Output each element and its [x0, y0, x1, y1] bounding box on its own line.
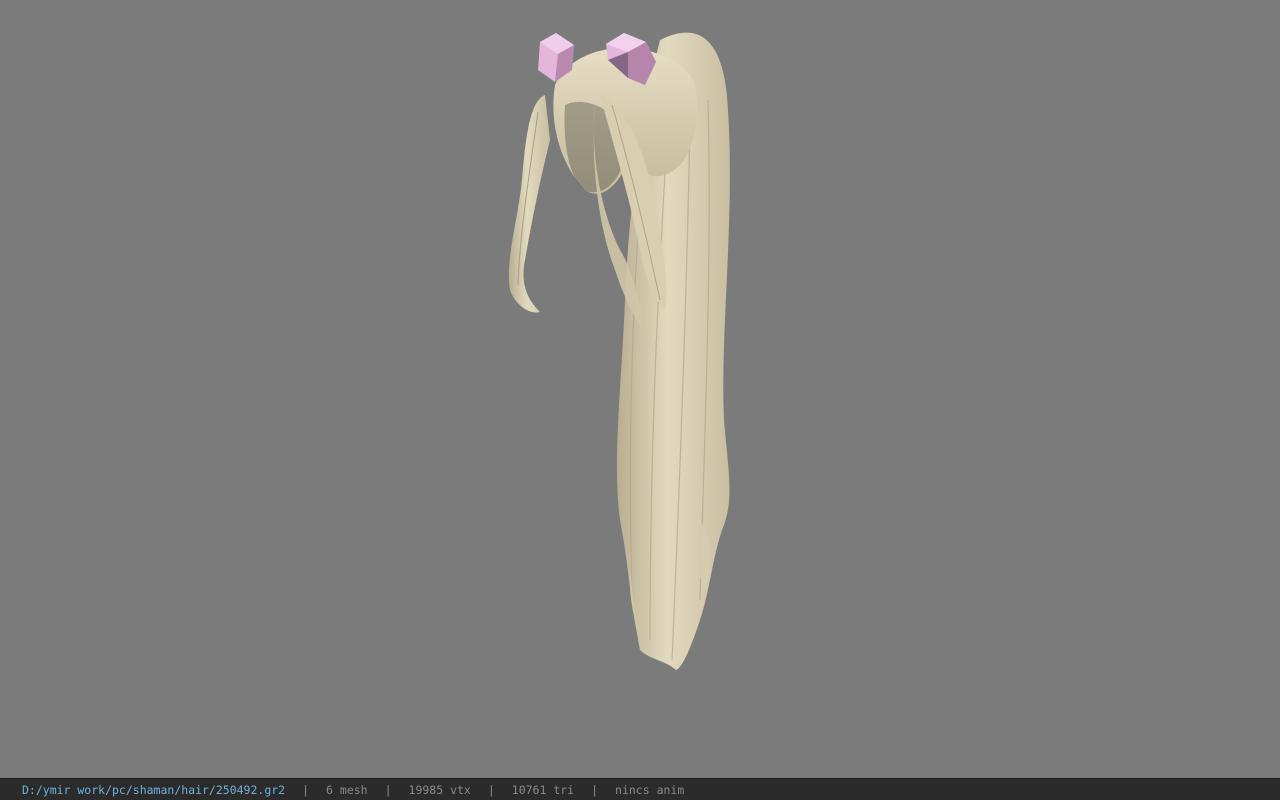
- status-bar: D:/ymir work/pc/shaman/hair/250492.gr2 |…: [0, 778, 1280, 800]
- status-separator: |: [384, 782, 392, 797]
- status-separator: |: [591, 782, 599, 797]
- anim-status: nincs anim: [615, 782, 685, 797]
- hair-side-lock-left: [508, 95, 550, 313]
- file-path: D:/ymir work/pc/shaman/hair/250492.gr2: [22, 782, 286, 797]
- status-separator: |: [302, 782, 310, 797]
- status-separator: |: [487, 782, 495, 797]
- mesh-count: 6 mesh: [326, 782, 368, 797]
- model-viewport[interactable]: [0, 0, 1280, 778]
- vertex-count: 19985 vtx: [408, 782, 471, 797]
- hair-model-render: [508, 32, 730, 670]
- triangle-count: 10761 tri: [511, 782, 575, 797]
